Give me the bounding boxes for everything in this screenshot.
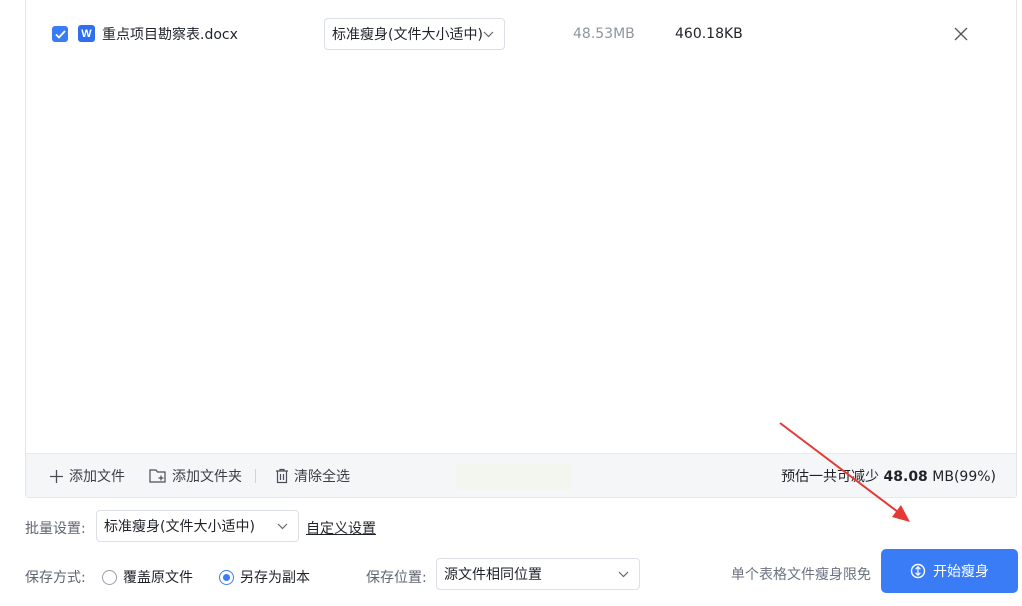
faded-toast [456,464,572,490]
toolbar-divider [255,469,256,483]
row-mode-select[interactable]: 标准瘦身(文件大小适中) [324,18,505,50]
estimate-summary: 预估一共可减少 48.08 MB(99%) [781,466,996,486]
radio-copy-label: 另存为副本 [240,570,310,586]
original-size: 48.53MB [573,26,635,42]
save-mode-label: 保存方式: [25,570,86,586]
batch-settings-label: 批量设置: [25,521,86,537]
file-row: W 重点项目勘察表.docx 标准瘦身(文件大小适中) 48.53MB 460.… [26,12,1016,56]
file-list-toolbar: 添加文件 添加文件夹 清除全选 预估一共可减少 48.08 MB(99%) [26,453,1016,497]
save-location-select[interactable]: 源文件相同位置 [436,558,640,590]
check-icon [54,29,66,39]
radio-save-as-copy[interactable]: 另存为副本 [219,567,310,587]
clear-all-button[interactable]: 清除全选 [275,466,350,486]
estimate-value: 48.08 [883,469,928,485]
start-compress-label: 开始瘦身 [933,564,989,580]
free-trial-note: 单个表格文件瘦身限免 [731,567,871,583]
start-compress-button[interactable]: 开始瘦身 [881,549,1018,593]
file-name: 重点项目勘察表.docx [102,27,238,43]
chevron-down-icon [483,31,494,38]
remove-file-button[interactable] [951,24,971,44]
row-mode-value: 标准瘦身(文件大小适中) [332,27,483,43]
batch-mode-select[interactable]: 标准瘦身(文件大小适中) [96,510,299,542]
compress-icon [910,563,926,579]
add-folder-button[interactable]: 添加文件夹 [149,466,242,486]
compressed-size: 460.18KB [675,26,743,42]
file-checkbox[interactable] [52,26,68,42]
radio-overwrite-label: 覆盖原文件 [123,570,193,586]
custom-settings-link[interactable]: 自定义设置 [306,518,376,538]
estimate-prefix: 预估一共可减少 [781,469,880,485]
radio-circle [102,569,117,585]
close-icon [954,27,968,41]
folder-plus-icon [149,469,166,483]
add-folder-label: 添加文件夹 [172,469,242,485]
clear-all-label: 清除全选 [294,469,350,485]
estimate-suffix: MB(99%) [932,469,996,485]
chevron-down-icon [618,571,629,578]
radio-circle-selected [219,569,234,585]
word-file-icon: W [78,25,95,42]
trash-icon [276,468,288,484]
save-location-label: 保存位置: [366,570,427,586]
add-file-button[interactable]: 添加文件 [49,466,125,486]
add-file-label: 添加文件 [69,469,125,485]
save-location-value: 源文件相同位置 [444,567,542,583]
file-list-panel: W 重点项目勘察表.docx 标准瘦身(文件大小适中) 48.53MB 460.… [25,0,1017,498]
batch-mode-value: 标准瘦身(文件大小适中) [104,519,255,535]
plus-icon [50,469,63,483]
chevron-down-icon [277,523,288,530]
radio-overwrite-original[interactable]: 覆盖原文件 [102,567,193,587]
